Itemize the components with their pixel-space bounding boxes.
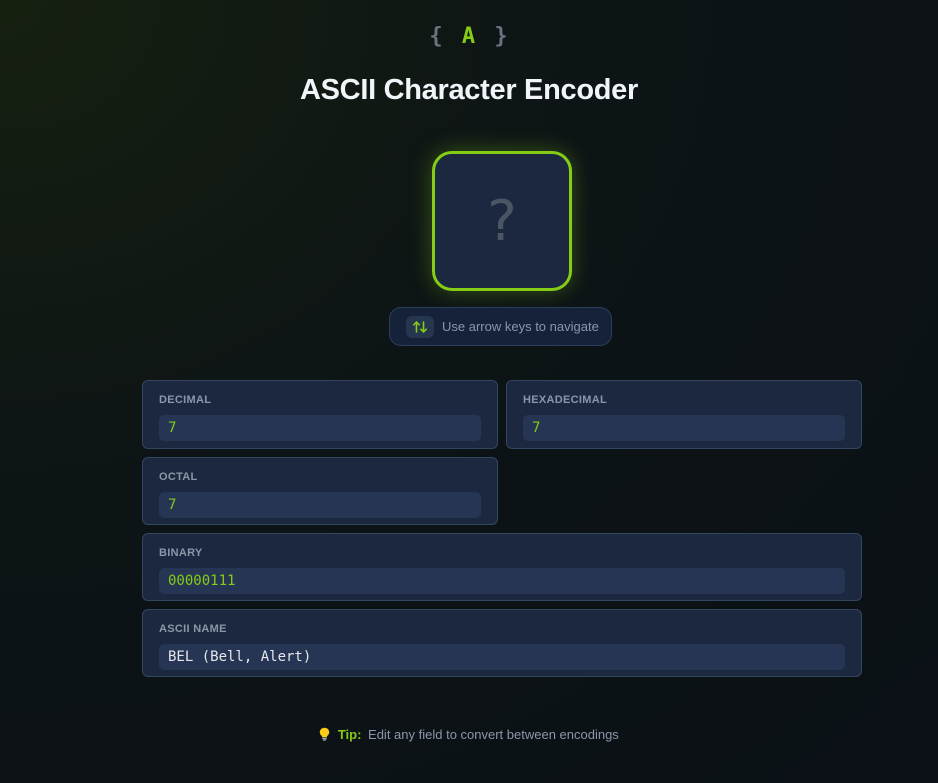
octal-label: OCTAL [159,471,198,483]
octal-card: OCTAL [142,457,498,525]
decimal-label: DECIMAL [159,394,212,406]
lightbulb-glyph [319,727,330,741]
hexadecimal-label: HEXADECIMAL [523,394,607,406]
logo-letter: A [461,24,477,49]
hexadecimal-card: HEXADECIMAL [506,380,862,449]
ascii-name-label: ASCII NAME [159,623,227,635]
binary-input[interactable] [159,568,845,594]
navigation-hint: Use arrow keys to navigate [389,307,612,346]
navigation-hint-text: Use arrow keys to navigate [442,319,599,334]
tip-line: Tip: Edit any field to convert between e… [0,727,938,742]
ascii-name-input[interactable] [159,644,845,670]
logo-open-brace: { [429,24,444,49]
up-down-arrows-glyph [413,320,427,333]
app-logo: { A } [0,24,938,49]
logo-close-brace: } [494,24,509,49]
octal-input[interactable] [159,492,481,518]
binary-label: BINARY [159,547,203,559]
page-title: ASCII Character Encoder [300,74,638,106]
ascii-name-card: ASCII NAME [142,609,862,677]
lightbulb-icon [319,727,334,742]
decimal-input[interactable] [159,415,481,441]
binary-card: BINARY [142,533,862,601]
character-glyph: ? [487,188,517,254]
character-display[interactable]: ? [432,151,572,291]
up-down-arrows-icon [406,315,434,338]
tip-text: Edit any field to convert between encodi… [368,727,619,742]
hexadecimal-input[interactable] [523,415,845,441]
decimal-card: DECIMAL [142,380,498,449]
tip-label: Tip: [337,727,362,742]
